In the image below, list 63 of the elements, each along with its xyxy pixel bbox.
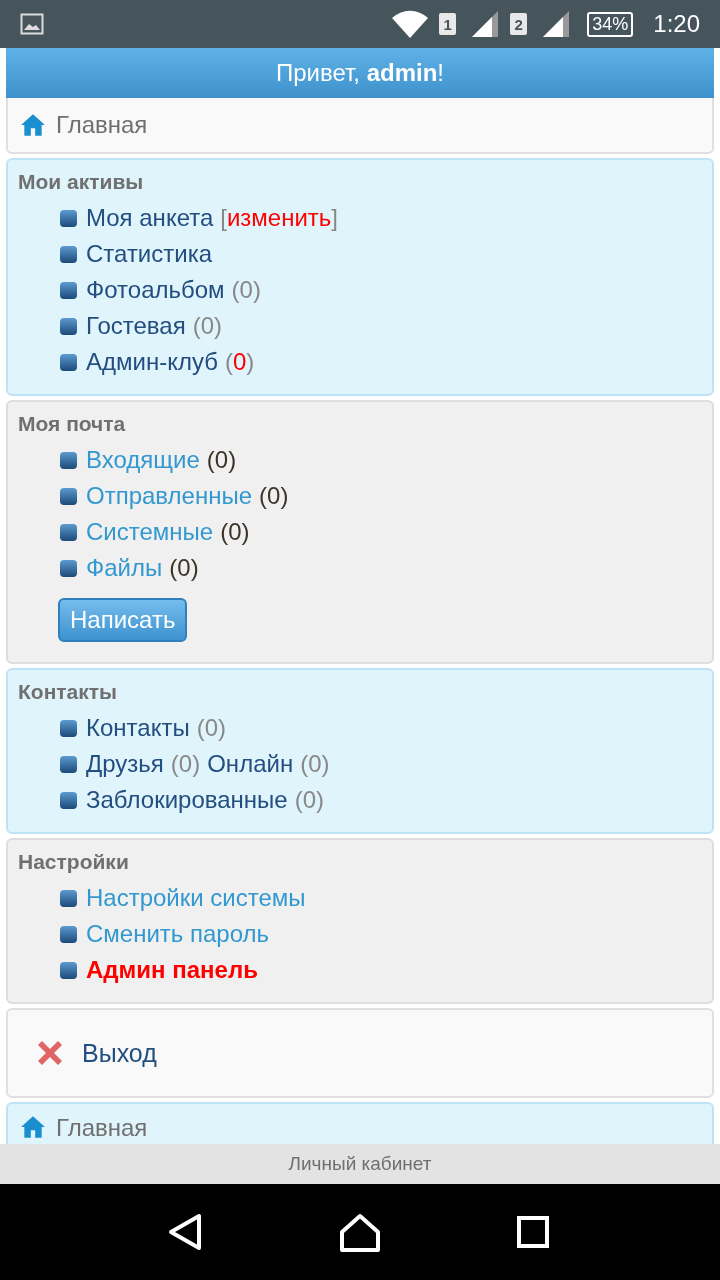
menu-link[interactable]: Онлайн	[207, 750, 294, 778]
count-label: (0)	[170, 750, 201, 778]
section-title: Моя почта	[18, 412, 127, 436]
bullet-icon	[60, 925, 77, 943]
bullet-icon	[60, 353, 77, 371]
wifi-icon	[391, 9, 430, 39]
footer-title: Личный кабинет	[288, 1153, 432, 1175]
menu-link[interactable]: Файлы	[86, 554, 163, 582]
menu-link[interactable]: Гостевая	[86, 312, 186, 340]
signal-icon	[541, 9, 572, 39]
section-title: Контакты	[18, 680, 119, 704]
menu-link[interactable]: Админ-клуб	[86, 348, 218, 376]
sim-label: 1	[439, 13, 457, 35]
count-label: (0)	[206, 446, 237, 474]
count-label: (0)	[169, 554, 199, 582]
section-title: Мои активы	[18, 170, 145, 194]
section-title: Настройки	[18, 850, 130, 874]
count-label: (0)	[220, 518, 250, 546]
home-link[interactable]: Главная	[56, 111, 148, 139]
menu-link[interactable]: Друзья	[86, 750, 164, 778]
menu-link[interactable]: Контакты	[86, 714, 190, 742]
write-button[interactable]: Написать	[58, 598, 188, 642]
count-label: (0)	[294, 786, 325, 814]
count-label: (0)	[192, 312, 222, 340]
count-label: (0)	[224, 348, 255, 376]
menu-link[interactable]: Сменить пароль	[86, 920, 270, 948]
bullet-icon	[60, 451, 77, 469]
bullet-icon	[60, 719, 77, 737]
menu-link[interactable]: Системные	[86, 518, 214, 546]
bullet-icon	[60, 317, 77, 335]
sim-label: 2	[510, 13, 528, 35]
edit-link[interactable]: [изменить]	[220, 204, 339, 232]
battery-label: 34%	[587, 11, 634, 37]
logout-link[interactable]: Выход	[82, 1038, 157, 1068]
home-link[interactable]: Главная	[56, 1114, 148, 1142]
bullet-icon	[60, 523, 77, 541]
menu-link[interactable]: Заблокированные	[86, 786, 288, 814]
bullet-icon	[60, 245, 77, 263]
menu-link[interactable]: Входящие	[86, 446, 200, 474]
home-icon	[20, 112, 46, 138]
bullet-icon	[60, 961, 77, 979]
menu-link[interactable]: Настройки системы	[86, 884, 306, 912]
home-icon	[20, 1114, 46, 1140]
clock-label: 1:20	[653, 10, 700, 38]
bullet-icon	[60, 209, 77, 227]
signal-icon	[470, 9, 501, 39]
image-icon	[20, 13, 44, 35]
bullet-icon	[60, 281, 77, 299]
bullet-icon	[60, 791, 77, 809]
count-label: (0)	[259, 482, 289, 510]
bullet-icon	[60, 487, 77, 505]
menu-link[interactable]: Админ панель	[86, 956, 258, 984]
count-label: (0)	[196, 714, 227, 742]
bullet-icon	[60, 755, 77, 773]
menu-link[interactable]: Статистика	[86, 240, 213, 268]
count-label: (0)	[231, 276, 261, 304]
menu-link[interactable]: Отправленные	[86, 482, 252, 510]
menu-link[interactable]: Фотоальбом	[86, 276, 225, 304]
bullet-icon	[60, 889, 77, 907]
menu-link[interactable]: Моя анкета	[86, 204, 214, 232]
bullet-icon	[60, 559, 77, 577]
greeting-banner: Привет, admin!	[6, 48, 714, 98]
count-label: (0)	[300, 750, 330, 778]
